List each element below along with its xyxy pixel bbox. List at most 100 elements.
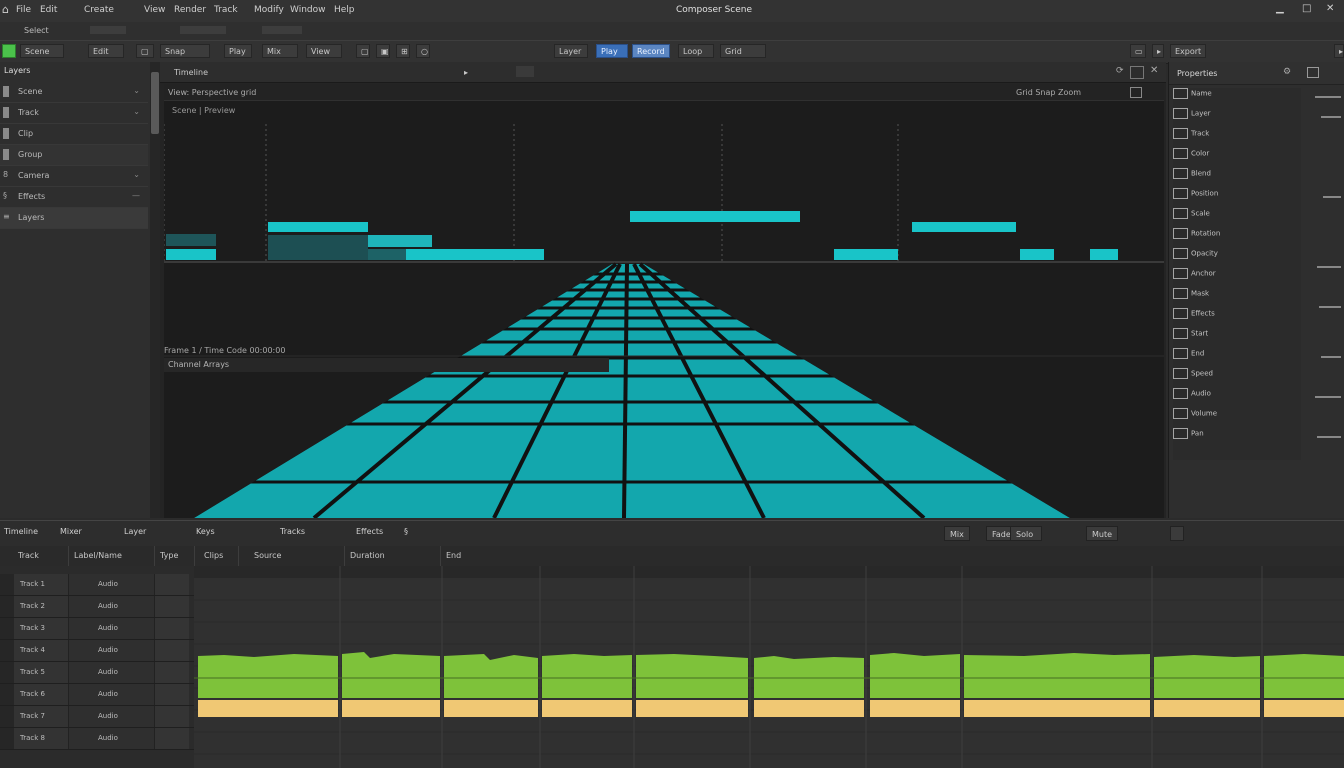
checkbox-icon[interactable] (1173, 428, 1188, 439)
layer-item[interactable]: Group (0, 145, 148, 166)
property-row[interactable]: Rotation (1173, 228, 1303, 247)
layer-item[interactable]: 8 Camera ⌄ (0, 166, 148, 187)
column-type[interactable]: Type (160, 551, 178, 560)
toolbar-btn-play[interactable]: Play (224, 44, 252, 58)
properties-expand-icon[interactable] (1307, 67, 1319, 78)
menu-create[interactable]: Create (84, 5, 114, 15)
checkbox-icon[interactable] (1173, 368, 1188, 379)
tab-mixer[interactable]: Mixer (60, 527, 82, 536)
property-row[interactable]: Start (1173, 328, 1303, 347)
property-row[interactable]: Speed (1173, 368, 1303, 387)
toolbar-btn-scene[interactable]: Scene (20, 44, 64, 58)
layer-item[interactable]: Scene ⌄ (0, 82, 148, 103)
minimize-icon[interactable]: ▁ (1276, 3, 1284, 14)
mode-selector[interactable] (90, 26, 126, 34)
checkbox-icon[interactable] (1173, 328, 1188, 339)
checkbox-icon[interactable] (1173, 348, 1188, 359)
table-row[interactable]: Track 3 Audio (0, 618, 194, 640)
layers-scroll-thumb[interactable] (151, 72, 159, 134)
table-row[interactable]: Track 8 Audio (0, 728, 194, 750)
value-slider[interactable] (1317, 436, 1341, 438)
mode-selector-2[interactable] (180, 26, 226, 34)
viewport-tab[interactable]: Timeline (174, 68, 208, 77)
tab-layer[interactable]: Layer (124, 527, 146, 536)
checkbox-icon[interactable] (1173, 308, 1188, 319)
checkbox-icon[interactable] (1173, 228, 1188, 239)
layer-item[interactable]: § Effects — (0, 187, 148, 208)
checkbox-icon[interactable] (1173, 268, 1188, 279)
value-slider[interactable] (1321, 356, 1341, 358)
app-icon[interactable]: ⌂ (2, 3, 9, 16)
property-row[interactable]: End (1173, 348, 1303, 367)
layer-item[interactable]: ≡ Layers (0, 208, 148, 229)
menu-modify[interactable]: Modify (254, 5, 284, 15)
mute-button[interactable]: Mute (1086, 526, 1119, 541)
layer-item[interactable]: Clip (0, 124, 148, 145)
status-indicator-icon[interactable] (2, 44, 16, 58)
checkbox-icon[interactable] (1173, 188, 1188, 199)
toolbar-btn-right-1[interactable]: ▭ (1130, 44, 1146, 58)
toolbar-btn-mix[interactable]: Mix (262, 44, 298, 58)
timeline-end-button[interactable] (1170, 526, 1184, 541)
property-row[interactable]: Effects (1173, 308, 1303, 327)
tab-keys[interactable]: Keys (196, 527, 215, 536)
column-source[interactable]: Source (254, 551, 281, 560)
toolbar-btn-right-2[interactable]: ▸ (1152, 44, 1164, 58)
chevron-down-icon[interactable]: ⌄ (133, 170, 140, 179)
value-slider[interactable] (1321, 116, 1341, 118)
property-row[interactable]: Layer (1173, 108, 1303, 127)
table-row[interactable]: Track 5 Audio (0, 662, 194, 684)
checkbox-icon[interactable] (1173, 208, 1188, 219)
play-button[interactable]: Play (596, 44, 628, 58)
toolbar-btn-right-3[interactable]: ▸ (1334, 44, 1344, 58)
menu-window[interactable]: Window (290, 5, 326, 15)
checkbox-icon[interactable] (1173, 88, 1188, 99)
viewport-3d[interactable]: View: Perspective grid Grid Snap Zoom Sc… (164, 84, 1164, 518)
value-slider[interactable] (1323, 196, 1341, 198)
table-row[interactable]: Track 1 Audio (0, 574, 194, 596)
toolbar-btn-layer[interactable]: Layer (554, 44, 588, 58)
checkbox-icon[interactable] (1173, 408, 1188, 419)
drag-handle-icon[interactable]: — (132, 191, 140, 200)
toolbar-btn-small-4[interactable]: ○ (416, 44, 430, 58)
mix-button[interactable]: Mix (944, 526, 970, 541)
menu-view[interactable]: View (144, 5, 165, 15)
value-slider[interactable] (1315, 396, 1341, 398)
table-row[interactable]: Track 2 Audio (0, 596, 194, 618)
checkbox-icon[interactable] (1173, 248, 1188, 259)
property-row[interactable]: Volume (1173, 408, 1303, 427)
checkbox-icon[interactable] (1173, 388, 1188, 399)
property-row[interactable]: Position (1173, 188, 1303, 207)
property-row[interactable]: Scale (1173, 208, 1303, 227)
record-button[interactable]: Record (632, 44, 670, 58)
property-row[interactable]: Audio (1173, 388, 1303, 407)
property-row[interactable]: Anchor (1173, 268, 1303, 287)
property-row[interactable]: Pan (1173, 428, 1303, 447)
property-row[interactable]: Mask (1173, 288, 1303, 307)
tab-tracks[interactable]: Tracks (280, 527, 305, 536)
menu-file[interactable]: File (16, 5, 31, 15)
viewport-tab-button[interactable] (516, 66, 534, 77)
value-slider[interactable] (1315, 96, 1341, 98)
property-row[interactable]: Track (1173, 128, 1303, 147)
checkbox-icon[interactable] (1173, 108, 1188, 119)
toolbar-btn-grid[interactable]: Grid (720, 44, 766, 58)
viewport-close-icon[interactable]: ✕ (1150, 65, 1158, 76)
checkbox-icon[interactable] (1173, 128, 1188, 139)
menu-help[interactable]: Help (334, 5, 355, 15)
tab-timeline[interactable]: Timeline (4, 527, 38, 536)
column-end[interactable]: End (446, 551, 461, 560)
viewport-tab-center[interactable]: ▸ (464, 68, 468, 77)
timeline-area[interactable] (194, 566, 1344, 768)
toolbar-btn-tool[interactable]: ▢ (136, 44, 154, 58)
checkbox-icon[interactable] (1173, 148, 1188, 159)
timeline-option-icon[interactable]: § (404, 527, 408, 536)
menu-track[interactable]: Track (214, 5, 238, 15)
property-row[interactable]: Color (1173, 148, 1303, 167)
toolbar-btn-small-2[interactable]: ▣ (376, 44, 390, 58)
property-row[interactable]: Blend (1173, 168, 1303, 187)
viewport-maximize-icon[interactable] (1130, 66, 1144, 79)
layer-item[interactable]: Track ⌄ (0, 103, 148, 124)
refresh-icon[interactable]: ⟳ (1116, 66, 1124, 76)
toolbar-btn-small-1[interactable]: ▢ (356, 44, 370, 58)
